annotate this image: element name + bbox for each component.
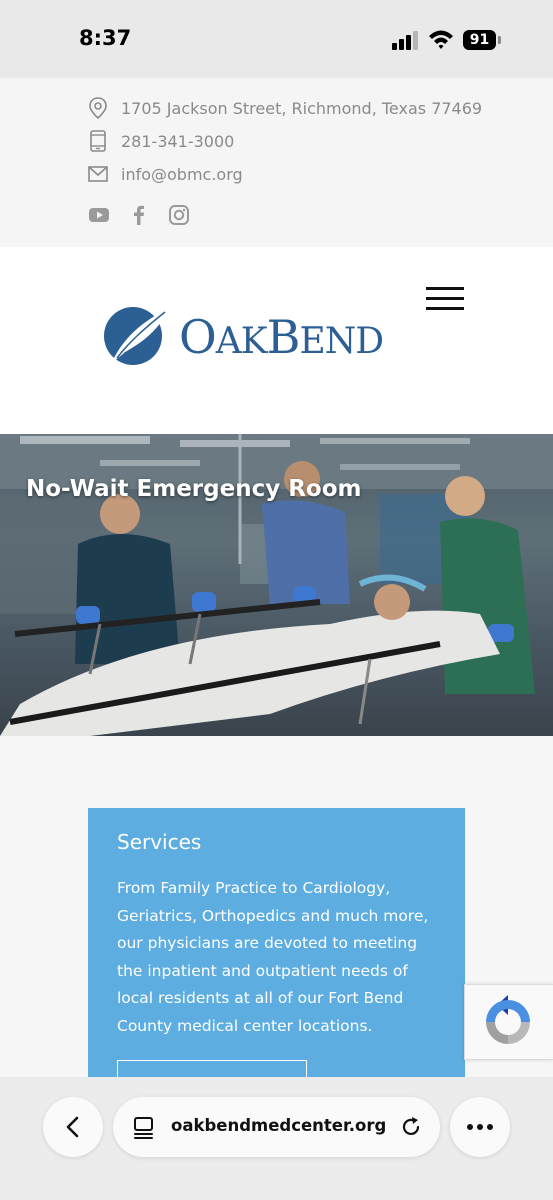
- more-button[interactable]: [450, 1097, 510, 1157]
- services-title: Services: [117, 830, 202, 854]
- phone-icon: [90, 130, 106, 152]
- contact-bar: 1705 Jackson Street, Richmond, Texas 774…: [0, 78, 553, 247]
- url-text: oakbendmedcenter.org: [171, 1116, 387, 1135]
- mail-icon: [88, 166, 108, 182]
- location-pin-icon: [89, 97, 107, 119]
- oakbend-logo[interactable]: OAKBEND: [103, 302, 415, 370]
- address-row[interactable]: 1705 Jackson Street, Richmond, Texas 774…: [88, 96, 482, 120]
- site-header: OAKBEND: [0, 247, 553, 434]
- page-tabs-icon[interactable]: [133, 1115, 155, 1139]
- recaptcha-badge[interactable]: [464, 984, 553, 1060]
- hero-title: No-Wait Emergency Room: [26, 476, 362, 502]
- leaf-logo-icon: [104, 307, 169, 365]
- address-bar[interactable]: oakbendmedcenter.org: [113, 1097, 440, 1157]
- back-button[interactable]: [43, 1097, 103, 1157]
- instagram-icon[interactable]: [168, 204, 190, 226]
- browser-toolbar: oakbendmedcenter.org: [0, 1077, 553, 1200]
- address-text: 1705 Jackson Street, Richmond, Texas 774…: [121, 98, 483, 118]
- reload-icon[interactable]: [399, 1115, 423, 1139]
- facebook-icon[interactable]: [128, 204, 150, 226]
- recaptcha-icon: [486, 995, 530, 1044]
- phone-row[interactable]: 281-341-3000: [88, 129, 234, 153]
- email-text: info@obmc.org: [121, 164, 243, 184]
- wifi-icon: [429, 30, 453, 49]
- status-time: 8:37: [79, 26, 132, 50]
- email-row[interactable]: info@obmc.org: [88, 162, 243, 186]
- youtube-icon[interactable]: [88, 204, 110, 226]
- chevron-left-icon: [66, 1116, 79, 1138]
- services-description: From Family Practice to Cardiology, Geri…: [117, 879, 429, 1035]
- services-card: Services From Family Practice to Cardiol…: [88, 808, 465, 1108]
- status-bar: 8:37 91: [0, 0, 553, 78]
- battery-icon: 91: [463, 30, 501, 50]
- hamburger-menu-icon[interactable]: [426, 287, 466, 311]
- cellular-signal-icon: [392, 31, 418, 50]
- logo-wordmark: OAKBEND: [179, 310, 384, 364]
- ellipsis-icon: [467, 1124, 493, 1130]
- battery-level: 91: [463, 30, 496, 50]
- hero-banner[interactable]: No-Wait Emergency Room: [0, 434, 553, 736]
- phone-text: 281-341-3000: [121, 131, 235, 151]
